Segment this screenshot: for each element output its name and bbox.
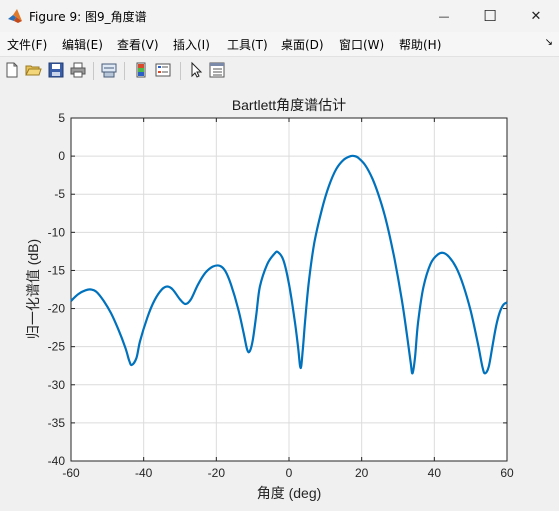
x-tick-label: 60 xyxy=(500,466,514,480)
close-button[interactable]: ✕ xyxy=(513,0,559,32)
y-tick-label: -15 xyxy=(48,263,66,277)
maximize-icon: ☐ xyxy=(483,7,497,25)
colorbar-icon[interactable] xyxy=(132,61,150,79)
minimize-button[interactable]: — xyxy=(421,0,467,32)
menu-file[interactable]: 文件(F) xyxy=(7,36,47,53)
menu-edit[interactable]: 编辑(E) xyxy=(62,36,103,53)
menu-overflow-icon[interactable]: ↘ xyxy=(545,37,553,48)
menu-help[interactable]: 帮助(H) xyxy=(399,36,441,53)
toolbar-separator xyxy=(180,62,181,80)
menu-desktop[interactable]: 桌面(D) xyxy=(281,36,324,53)
maximize-button[interactable]: ☐ xyxy=(467,0,513,32)
toolbar-separator xyxy=(124,62,125,80)
save-icon[interactable] xyxy=(47,61,65,79)
x-tick-label: 20 xyxy=(355,466,369,480)
legend-icon[interactable] xyxy=(154,61,172,79)
x-tick-label: -20 xyxy=(208,466,226,480)
menu-view[interactable]: 查看(V) xyxy=(117,36,159,53)
y-tick-label: -35 xyxy=(48,416,66,430)
minimize-icon: — xyxy=(438,9,450,23)
new-figure-icon[interactable] xyxy=(3,61,21,79)
menu-bar: 文件(F) 编辑(E) 查看(V) 插入(I) 工具(T) 桌面(D) 窗口(W… xyxy=(0,32,559,56)
y-tick-label: -40 xyxy=(48,454,66,468)
menu-tools[interactable]: 工具(T) xyxy=(227,36,268,53)
chart-title: Bartlett角度谱估计 xyxy=(232,97,346,113)
matlab-logo-icon xyxy=(8,9,22,23)
link-plot-icon[interactable] xyxy=(100,61,118,79)
print-icon[interactable] xyxy=(69,61,87,79)
open-file-icon[interactable] xyxy=(24,61,42,79)
x-tick-label: -60 xyxy=(62,466,80,480)
figure-canvas: -60 -40 -20 0 20 40 60 5 0 -5 -10 -15 -20 -25 -30 -35 -4… xyxy=(0,85,559,507)
toolbar-separator xyxy=(93,62,94,80)
menu-insert[interactable]: 插入(I) xyxy=(173,36,210,53)
edit-plot-arrow-icon[interactable] xyxy=(187,61,205,79)
y-tick-label: -5 xyxy=(54,187,65,201)
y-tick-label: -20 xyxy=(48,302,66,316)
x-tick-label: -40 xyxy=(135,466,153,480)
y-tick-label: -25 xyxy=(48,340,66,354)
y-tick-label: 0 xyxy=(58,149,65,163)
close-icon: ✕ xyxy=(530,8,542,24)
y-tick-label: 5 xyxy=(58,111,65,125)
window-title-bar: Figure 9: 图9_角度谱 — ☐ ✕ xyxy=(0,0,559,32)
y-tick-label: -30 xyxy=(48,378,66,392)
window-title: Figure 9: 图9_角度谱 xyxy=(29,10,147,24)
angle-spectrum-plot: -60 -40 -20 0 20 40 6050-5-10-15-20-25-30-35-4… xyxy=(25,97,514,501)
y-tick-label: -10 xyxy=(48,225,66,239)
x-tick-label: 0 xyxy=(286,466,293,480)
figure-toolbar xyxy=(0,56,559,86)
property-inspector-icon[interactable] xyxy=(208,61,226,79)
menu-window[interactable]: 窗口(W) xyxy=(339,36,384,53)
y-axis-label: 归一化谱值 (dB) xyxy=(25,239,41,339)
x-tick-label: 40 xyxy=(428,466,442,480)
x-axis-label: 角度 (deg) xyxy=(257,485,322,501)
